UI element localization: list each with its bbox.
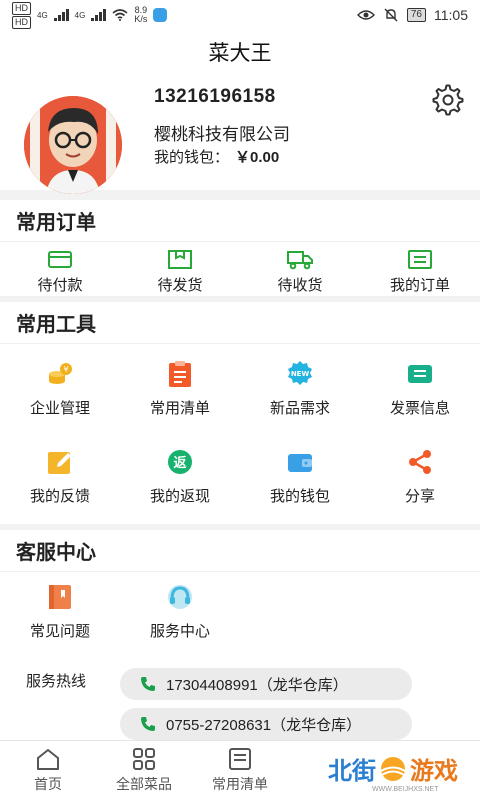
wallet-card-icon (48, 251, 72, 268)
bottom-tab-bar: 首页 全部菜品 常用清单 北街 游戏 WWW.BEIJHXS.NET (0, 740, 480, 800)
service-title: 客服中心 (0, 530, 480, 572)
hotline-1[interactable]: 17304408991（龙华仓库） (120, 668, 412, 700)
app-notification-icon (153, 8, 168, 22)
tool-share[interactable]: 分享 (360, 432, 480, 520)
avatar[interactable] (24, 96, 122, 194)
battery-indicator: 76 (406, 8, 426, 22)
tool-my-wallet[interactable]: 我的钱包 (240, 432, 360, 520)
phone-icon (141, 717, 155, 731)
order-all[interactable]: 我的订单 (360, 242, 480, 296)
wallet-label: 我的钱包： (154, 149, 230, 166)
svg-text:返: 返 (173, 456, 186, 471)
tool-new-product-request[interactable]: NEW 新品需求 (240, 344, 360, 432)
network-type-2: 4G (74, 10, 86, 20)
order-pending-shipment[interactable]: 待发货 (120, 242, 240, 296)
sun-logo-icon (380, 756, 406, 781)
company-name: 樱桃科技有限公司 (154, 125, 290, 144)
tools-title: 常用工具 (0, 302, 480, 344)
clock: 11:05 (434, 7, 468, 23)
tool-enterprise-management[interactable]: ¥ 企业管理 (0, 344, 120, 432)
box-icon (168, 250, 192, 269)
page-title: 菜大王 (0, 30, 480, 74)
tool-label: 分享 (404, 487, 435, 505)
eye-icon (356, 10, 375, 20)
new-badge-icon: NEW (288, 360, 312, 385)
svg-text:NEW: NEW (291, 370, 310, 378)
wallet-icon (288, 453, 312, 472)
tab-label: 常用清单 (212, 776, 268, 792)
tool-common-list[interactable]: 常用清单 (120, 344, 240, 432)
order-pending-receipt[interactable]: 待收货 (240, 242, 360, 296)
tool-label: 新品需求 (269, 399, 330, 417)
order-pending-payment[interactable]: 待付款 (0, 242, 120, 296)
phone-icon (141, 677, 155, 691)
coins-icon: ¥ (49, 362, 72, 384)
tab-label: 全部菜品 (116, 776, 172, 792)
status-bar: HD HD 4G 4G 8.9 K/s 76 11:05 (0, 0, 480, 30)
hotline-2[interactable]: 0755-27208631（龙华仓库） (120, 708, 412, 740)
wallet-balance[interactable]: 我的钱包： ￥0.00 (154, 146, 279, 167)
tool-label: 发票信息 (389, 399, 450, 417)
hotline-label: 服务热线 (26, 673, 87, 690)
tool-invoice-info[interactable]: 发票信息 (360, 344, 480, 432)
wifi-icon (112, 9, 128, 21)
svg-text:¥: ¥ (63, 365, 68, 374)
tool-label: 企业管理 (29, 399, 90, 417)
clipboard-icon (169, 360, 191, 387)
hotline-1-text: 17304408991（龙华仓库） (166, 676, 348, 694)
service-label: 常见问题 (29, 622, 90, 640)
list-icon (229, 748, 251, 770)
service-center[interactable]: 服务中心 (120, 572, 240, 650)
tool-label: 我的钱包 (269, 487, 330, 505)
wallet-amount: ￥0.00 (235, 149, 280, 166)
tool-my-feedback[interactable]: 我的反馈 (0, 432, 120, 520)
service-label: 服务中心 (149, 622, 210, 640)
hotline-2-text: 0755-27208631（龙华仓库） (166, 716, 362, 734)
invoice-icon (408, 364, 432, 383)
tab-all-dishes[interactable]: 全部菜品 (96, 741, 192, 800)
tool-label: 我的反馈 (29, 487, 90, 505)
tab-home[interactable]: 首页 (0, 741, 96, 800)
watermark-logo: 北街 游戏 WWW.BEIJHXS.NET (328, 751, 458, 793)
order-label: 待发货 (157, 277, 203, 294)
sim2-hd-badge: HD (12, 15, 31, 29)
network-type-1: 4G (37, 10, 48, 20)
headset-icon (168, 584, 192, 609)
order-label: 待收货 (277, 277, 323, 294)
user-phone: 13216196158 (154, 86, 276, 107)
signal-2-icon (91, 9, 107, 21)
edit-icon (48, 451, 71, 474)
sim1-hd-badge: HD (12, 1, 31, 15)
truck-icon (287, 251, 313, 270)
settings-gear-icon[interactable] (430, 82, 466, 118)
cashback-icon: 返 (168, 449, 192, 474)
tool-label: 常用清单 (149, 399, 210, 417)
grid-icon (133, 748, 155, 770)
profile-card: 13216196158 樱桃科技有限公司 我的钱包： ￥0.00 (0, 74, 480, 194)
tab-label: 首页 (34, 776, 62, 792)
tool-label: 我的返现 (149, 487, 210, 505)
tab-common-list[interactable]: 常用清单 (192, 741, 288, 800)
faq-book-icon (49, 584, 71, 609)
tools-section: 常用工具 ¥ 企业管理 常用清单 NEW 新品需求 发票信息 我的反馈 返 我的… (0, 302, 480, 524)
mute-bell-icon (384, 8, 398, 22)
share-icon (409, 449, 431, 474)
orders-title: 常用订单 (0, 200, 480, 242)
service-faq[interactable]: 常见问题 (0, 572, 120, 650)
tool-my-cashback[interactable]: 返 我的返现 (120, 432, 240, 520)
signal-1-icon (53, 9, 69, 21)
net-speed: 8.9 K/s (134, 5, 148, 24)
orders-section: 常用订单 待付款 待发货 待收货 我的订单 (0, 200, 480, 296)
order-label: 我的订单 (389, 277, 450, 294)
service-section: 客服中心 常见问题 服务中心 服务热线 17304408991（龙华仓库） 07… (0, 530, 480, 750)
order-label: 待付款 (37, 277, 83, 294)
home-icon (37, 749, 59, 770)
receipt-icon (408, 250, 432, 269)
